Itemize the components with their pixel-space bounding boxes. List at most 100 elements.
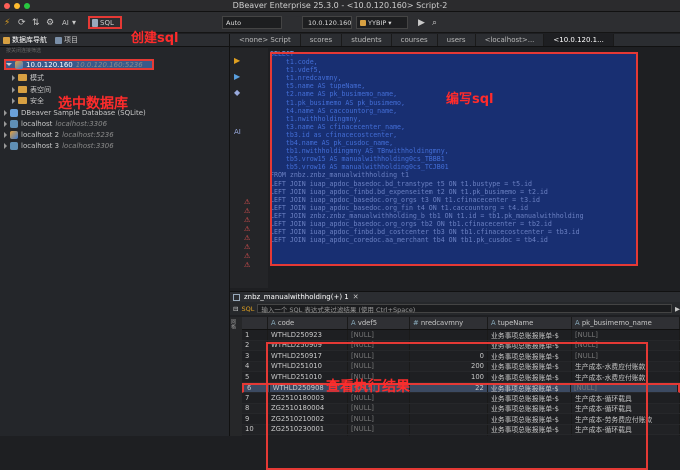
row-number-cell[interactable]: 1 — [242, 330, 268, 340]
tab-database-navigator[interactable]: 数据库导航 — [3, 35, 47, 45]
schema-select[interactable]: YYBIP ▾ — [356, 16, 408, 29]
tab-project[interactable]: 项目 — [55, 35, 78, 45]
row-number-cell[interactable]: 8 — [242, 403, 268, 413]
tree-node-localhost[interactable]: localhost localhost:3306 — [4, 118, 107, 129]
results-highlight: 查看执行结果 — [266, 342, 648, 470]
transaction-mode-select[interactable]: Auto — [222, 16, 282, 29]
tab-users[interactable]: users — [438, 34, 476, 46]
sqlite-icon — [10, 108, 18, 117]
chevron-right-icon[interactable] — [4, 120, 7, 127]
tab-localhost[interactable]: <localhost>... — [476, 34, 545, 46]
tab-scores[interactable]: scores — [301, 34, 343, 46]
tab-courses[interactable]: courses — [392, 34, 438, 46]
column-header-nredcavmny[interactable]: # nredcavmny — [410, 317, 488, 329]
results-filter-input[interactable]: 输入一个 SQL 表达式来过滤结果 (使用 Ctrl+Space) — [257, 304, 672, 314]
row-number-cell[interactable]: 2 — [242, 340, 268, 350]
new-connection-icon[interactable]: ⚡ — [4, 16, 10, 29]
chevron-right-icon[interactable] — [4, 131, 7, 138]
results-tab-bar: znbz_manualwithholding(+) 1 ✕ — [230, 291, 680, 302]
row-number-cell[interactable]: 10 — [242, 424, 268, 434]
tab-students[interactable]: students — [342, 34, 392, 46]
sql-selection-highlight: 编写sql — [270, 52, 638, 266]
folder-icon — [18, 97, 27, 104]
annotation-write-sql: 编写sql — [446, 92, 494, 107]
filter-icon[interactable]: ⊟ — [233, 305, 238, 313]
ai-assist-icon[interactable]: AI — [234, 128, 241, 136]
row-number-cell[interactable]: 9 — [242, 414, 268, 424]
database-navigator-pane: 数据库导航 项目 按关闭连接筛选 10.0.120.160 10.0.120.1… — [0, 34, 230, 436]
folder-icon — [18, 74, 27, 81]
tab-results[interactable]: znbz_manualwithholding(+) 1 — [244, 293, 349, 301]
results-side-tabs: 网格 — [230, 317, 242, 436]
sql-editor-button[interactable]: SQL — [88, 16, 122, 29]
project-icon — [55, 36, 62, 44]
tree-node-selected-connection[interactable]: 10.0.120.160 10.0.120.160:5236 — [4, 59, 154, 70]
grid-header: A code A vdef5 # nredcavmny A tupeName A… — [242, 317, 680, 330]
tree-node-tablespaces[interactable]: 表空间 — [12, 84, 51, 95]
run-icon[interactable]: ▶ — [418, 16, 425, 29]
close-icon[interactable]: ✕ — [353, 293, 359, 301]
title-bar: DBeaver Enterprise 25.3.0 - <10.0.120.16… — [0, 0, 680, 12]
window-title: DBeaver Enterprise 25.3.0 - <10.0.120.16… — [232, 1, 448, 10]
tree-node-schemas[interactable]: 模式 — [12, 72, 44, 83]
explain-plan-icon[interactable]: ◆ — [234, 88, 240, 97]
chevron-right-icon[interactable] — [12, 86, 15, 93]
row-number-cell[interactable]: 3 — [242, 351, 268, 361]
text-type-icon: A — [491, 319, 496, 327]
refresh-icon[interactable]: ⟳ — [18, 16, 26, 29]
side-tab-grid[interactable]: 网格 — [230, 317, 237, 331]
search-icon[interactable]: ⌕ — [432, 16, 437, 29]
commit-icon[interactable]: ⇅ — [32, 16, 40, 29]
annotation-select-database: 选中数据库 — [58, 96, 128, 112]
tab-current-script[interactable]: <10.0.120.1... — [544, 34, 614, 46]
row-number-cell[interactable]: 5 — [242, 372, 268, 382]
cell-code[interactable]: WTHLD250923 — [268, 330, 348, 340]
row-number-header — [242, 317, 268, 329]
table-row[interactable]: 1 WTHLD250923 [NULL] 业务事项总账报账单-$ [NULL] — [242, 330, 680, 341]
annotation-view-result: 查看执行结果 — [326, 379, 410, 395]
cell-tupename[interactable]: 业务事项总账报账单-$ — [488, 330, 572, 340]
tree-filter-label: 按关闭连接筛选 — [6, 48, 42, 54]
text-type-icon: A — [271, 319, 276, 327]
table-icon — [233, 293, 240, 301]
editor-tabs: <none> Script scores students courses us… — [230, 34, 680, 47]
apply-filter-icon[interactable]: ▶ — [675, 305, 680, 313]
column-header-tupename[interactable]: A tupeName — [488, 317, 572, 329]
sql-filter-toggle[interactable]: SQL — [241, 305, 254, 313]
column-header-code[interactable]: A code — [268, 317, 348, 329]
schema-icon — [360, 19, 366, 26]
database-navigator-icon — [3, 36, 10, 44]
chevron-right-icon[interactable] — [12, 74, 15, 81]
sql-file-icon — [92, 18, 98, 27]
row-number-cell[interactable]: 4 — [242, 361, 268, 371]
cell-nredcavmny[interactable] — [410, 330, 488, 340]
text-type-icon: A — [351, 319, 356, 327]
cell-pk-busimemo-name[interactable]: [NULL] — [572, 330, 680, 340]
tree-node-localhost-3[interactable]: localhost 3 localhost:3306 — [4, 140, 114, 151]
chevron-down-icon[interactable] — [6, 63, 12, 66]
settings-icon[interactable]: ⚙ — [46, 16, 54, 29]
tree-node-security[interactable]: 安全 — [12, 95, 44, 106]
tab-none-script[interactable]: <none> Script — [230, 34, 301, 46]
database-icon — [10, 130, 18, 139]
column-header-vdef5[interactable]: A vdef5 — [348, 317, 410, 329]
chevron-right-icon[interactable] — [4, 142, 7, 149]
ai-dropdown-icon[interactable]: ▾ — [72, 16, 76, 29]
text-type-icon: A — [575, 319, 580, 327]
chevron-right-icon[interactable] — [12, 97, 15, 104]
ai-button[interactable]: AI — [62, 16, 69, 29]
connection-select[interactable]: 10.0.120.160 — [302, 16, 352, 29]
main-toolbar: ⚡ ⟳ ⇅ ⚙ AI ▾ SQL 创建sql Auto 10.0.120.160… — [0, 12, 680, 46]
execute-script-icon[interactable]: ▶ — [234, 72, 240, 81]
editor-area: <none> Script scores students courses us… — [230, 34, 680, 470]
database-icon — [15, 60, 23, 69]
row-number-cell[interactable]: 7 — [242, 393, 268, 403]
execute-statement-icon[interactable]: ▶ — [234, 56, 240, 65]
number-type-icon: # — [413, 319, 419, 327]
tree-node-localhost-2[interactable]: localhost 2 localhost:5236 — [4, 129, 114, 140]
annotation-create-sql: 创建sql — [131, 31, 179, 46]
mysql-icon — [10, 119, 18, 128]
chevron-right-icon[interactable] — [4, 109, 7, 116]
column-header-pk-busimemo-name[interactable]: A pk_busimemo_name — [572, 317, 680, 329]
cell-vdef5[interactable]: [NULL] — [348, 330, 410, 340]
